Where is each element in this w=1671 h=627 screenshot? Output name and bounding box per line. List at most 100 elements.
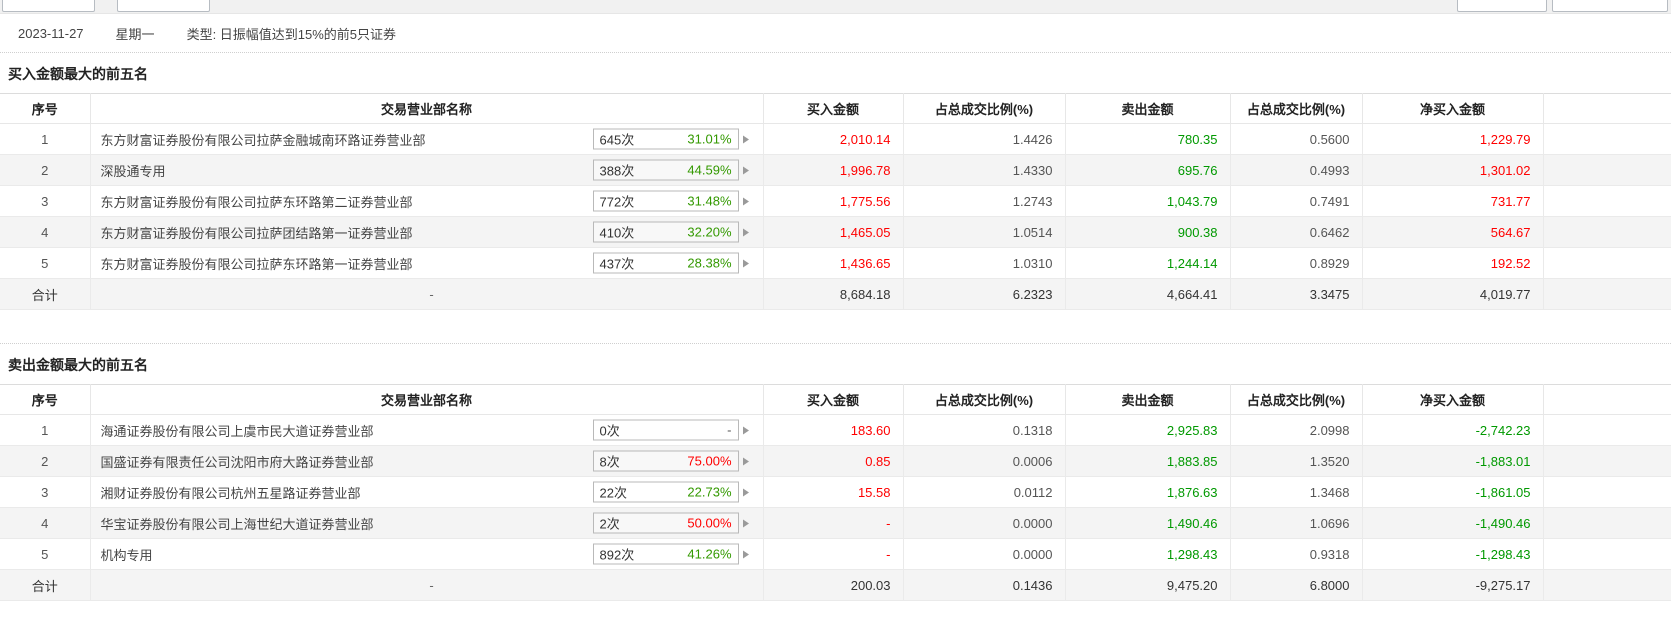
times-count: 645次 — [599, 132, 635, 148]
broker-name-cell: 湘财证券股份有限公司杭州五星路证券营业部 22次 22.73% — [89, 476, 764, 508]
table-row: 2 深股通专用 388次 44.59% 1,996.78 1.4330 695.… — [0, 154, 1671, 186]
expand-arrow-icon[interactable] — [742, 457, 749, 465]
times-count: 772次 — [599, 194, 635, 210]
top-toolbar — [0, 0, 1671, 14]
times-detail-button[interactable]: 410次 32.20% — [592, 221, 739, 243]
buy-ratio-cell: 0.0000 — [902, 507, 1066, 539]
buy-ratio-cell: 0.1436 — [902, 569, 1066, 601]
col-header-empty — [1542, 93, 1671, 124]
spacer-cell — [1542, 216, 1671, 248]
net-buy-cell: 4,019.77 — [1361, 278, 1544, 310]
sell-ratio-cell: 0.6462 — [1229, 216, 1363, 248]
buy-amount-cell: 8,684.18 — [762, 278, 904, 310]
sell-ratio-cell: 0.9318 — [1229, 538, 1363, 570]
net-buy-cell: 731.77 — [1361, 185, 1544, 217]
broker-name-cell: 东方财富证券股份有限公司拉萨金融城南环路证券营业部 645次 31.01% — [89, 123, 764, 155]
table-row: 2 国盛证券有限责任公司沈阳市府大路证券营业部 8次 75.00% 0.85 0… — [0, 445, 1671, 477]
col-header-buy: 买入金额 — [762, 384, 904, 415]
col-header-index: 序号 — [0, 93, 91, 124]
spacer-cell — [1542, 569, 1671, 601]
times-widget: 892次 41.26% — [592, 543, 749, 565]
net-buy-cell: 1,301.02 — [1361, 154, 1544, 186]
top-input-left-1[interactable] — [2, 0, 95, 12]
broker-name-cell: 华宝证券股份有限公司上海世纪大道证券营业部 2次 50.00% — [89, 507, 764, 539]
expand-arrow-icon[interactable] — [742, 488, 749, 496]
top-input-right-1[interactable] — [1457, 0, 1547, 12]
times-widget: 772次 31.48% — [592, 190, 749, 212]
spacer-cell — [1542, 507, 1671, 539]
times-percent: 41.26% — [687, 546, 732, 562]
spacer-cell — [1542, 154, 1671, 186]
row-index: 1 — [0, 123, 91, 155]
times-percent: 22.73% — [687, 484, 732, 500]
top-input-left-2[interactable] — [117, 0, 210, 12]
expand-arrow-icon[interactable] — [742, 197, 749, 205]
times-detail-button[interactable]: 892次 41.26% — [592, 543, 739, 565]
times-detail-button[interactable]: 437次 28.38% — [592, 252, 739, 274]
spacer-cell — [1542, 414, 1671, 446]
broker-name-cell: 东方财富证券股份有限公司拉萨东环路第二证券营业部 772次 31.48% — [89, 185, 764, 217]
expand-arrow-icon[interactable] — [742, 166, 749, 174]
row-index: 合计 — [0, 278, 91, 310]
net-buy-cell: -2,742.23 — [1361, 414, 1544, 446]
broker-name: 国盛证券有限责任公司沈阳市府大路证券营业部 — [100, 454, 374, 470]
broker-name-cell: 国盛证券有限责任公司沈阳市府大路证券营业部 8次 75.00% — [89, 445, 764, 477]
expand-arrow-icon[interactable] — [742, 135, 749, 143]
sell-ratio-cell: 0.5600 — [1229, 123, 1363, 155]
date-label: 2023-11-27 — [18, 25, 84, 41]
row-index: 1 — [0, 414, 91, 446]
times-detail-button[interactable]: 645次 31.01% — [592, 128, 739, 150]
times-count: 2次 — [599, 516, 620, 532]
row-index: 4 — [0, 507, 91, 539]
table-row: 1 海通证券股份有限公司上虞市民大道证券营业部 0次 - 183.60 0.13… — [0, 414, 1671, 446]
times-detail-button[interactable]: 2次 50.00% — [592, 512, 739, 534]
sell-amount-cell: 1,876.63 — [1064, 476, 1231, 508]
broker-name: 深股通专用 — [100, 163, 166, 179]
table-row: 5 东方财富证券股份有限公司拉萨东环路第一证券营业部 437次 28.38% 1… — [0, 247, 1671, 279]
times-detail-button[interactable]: 0次 - — [592, 419, 739, 441]
sell-ratio-cell: 1.0696 — [1229, 507, 1363, 539]
row-index: 合计 — [0, 569, 91, 601]
col-header-sell-ratio: 占总成交比例(%) — [1229, 93, 1363, 124]
buy-amount-cell: - — [762, 507, 904, 539]
expand-arrow-icon[interactable] — [742, 259, 749, 267]
times-detail-button[interactable]: 22次 22.73% — [592, 481, 739, 503]
row-index: 4 — [0, 216, 91, 248]
type-label: 类型: 日振幅值达到15%的前5只证券 — [186, 26, 397, 42]
buy-ratio-cell: 1.4426 — [902, 123, 1066, 155]
times-count: 410次 — [599, 225, 635, 241]
sell-amount-cell: 900.38 — [1064, 216, 1231, 248]
times-count: 437次 — [599, 256, 635, 272]
expand-arrow-icon[interactable] — [742, 426, 749, 434]
buy-ratio-cell: 0.1318 — [902, 414, 1066, 446]
table-row: 4 东方财富证券股份有限公司拉萨团结路第一证券营业部 410次 32.20% 1… — [0, 216, 1671, 248]
spacer-cell — [1542, 476, 1671, 508]
table-row: 3 东方财富证券股份有限公司拉萨东环路第二证券营业部 772次 31.48% 1… — [0, 185, 1671, 217]
times-widget: 388次 44.59% — [592, 159, 749, 181]
row-index: 3 — [0, 476, 91, 508]
broker-name: - — [429, 577, 434, 593]
col-header-net: 净买入金额 — [1361, 93, 1544, 124]
row-index: 2 — [0, 445, 91, 477]
expand-arrow-icon[interactable] — [742, 550, 749, 558]
times-detail-button[interactable]: 772次 31.48% — [592, 190, 739, 212]
expand-arrow-icon[interactable] — [742, 228, 749, 236]
sell-ratio-cell: 2.0998 — [1229, 414, 1363, 446]
table-header-row: 序号 交易营业部名称 买入金额 占总成交比例(%) 卖出金额 占总成交比例(%)… — [0, 384, 1671, 415]
broker-name-cell: - — [89, 278, 764, 310]
broker-name: 东方财富证券股份有限公司拉萨东环路第一证券营业部 — [100, 256, 413, 272]
times-widget: 645次 31.01% — [592, 128, 749, 150]
net-buy-cell: 192.52 — [1361, 247, 1544, 279]
buy-ratio-cell: 0.0000 — [902, 538, 1066, 570]
top-input-right-2[interactable] — [1552, 0, 1668, 12]
expand-arrow-icon[interactable] — [742, 519, 749, 527]
broker-name: 东方财富证券股份有限公司拉萨东环路第二证券营业部 — [100, 194, 413, 210]
times-detail-button[interactable]: 388次 44.59% — [592, 159, 739, 181]
date-bar: 2023-11-27 星期一 类型: 日振幅值达到15%的前5只证券 — [0, 14, 1671, 52]
sell-ratio-cell: 1.3520 — [1229, 445, 1363, 477]
net-buy-cell: 564.67 — [1361, 216, 1544, 248]
buy-top5-table: 序号 交易营业部名称 买入金额 占总成交比例(%) 卖出金额 占总成交比例(%)… — [0, 93, 1671, 310]
buy-ratio-cell: 1.0310 — [902, 247, 1066, 279]
buy-ratio-cell: 1.0514 — [902, 216, 1066, 248]
times-detail-button[interactable]: 8次 75.00% — [592, 450, 739, 472]
